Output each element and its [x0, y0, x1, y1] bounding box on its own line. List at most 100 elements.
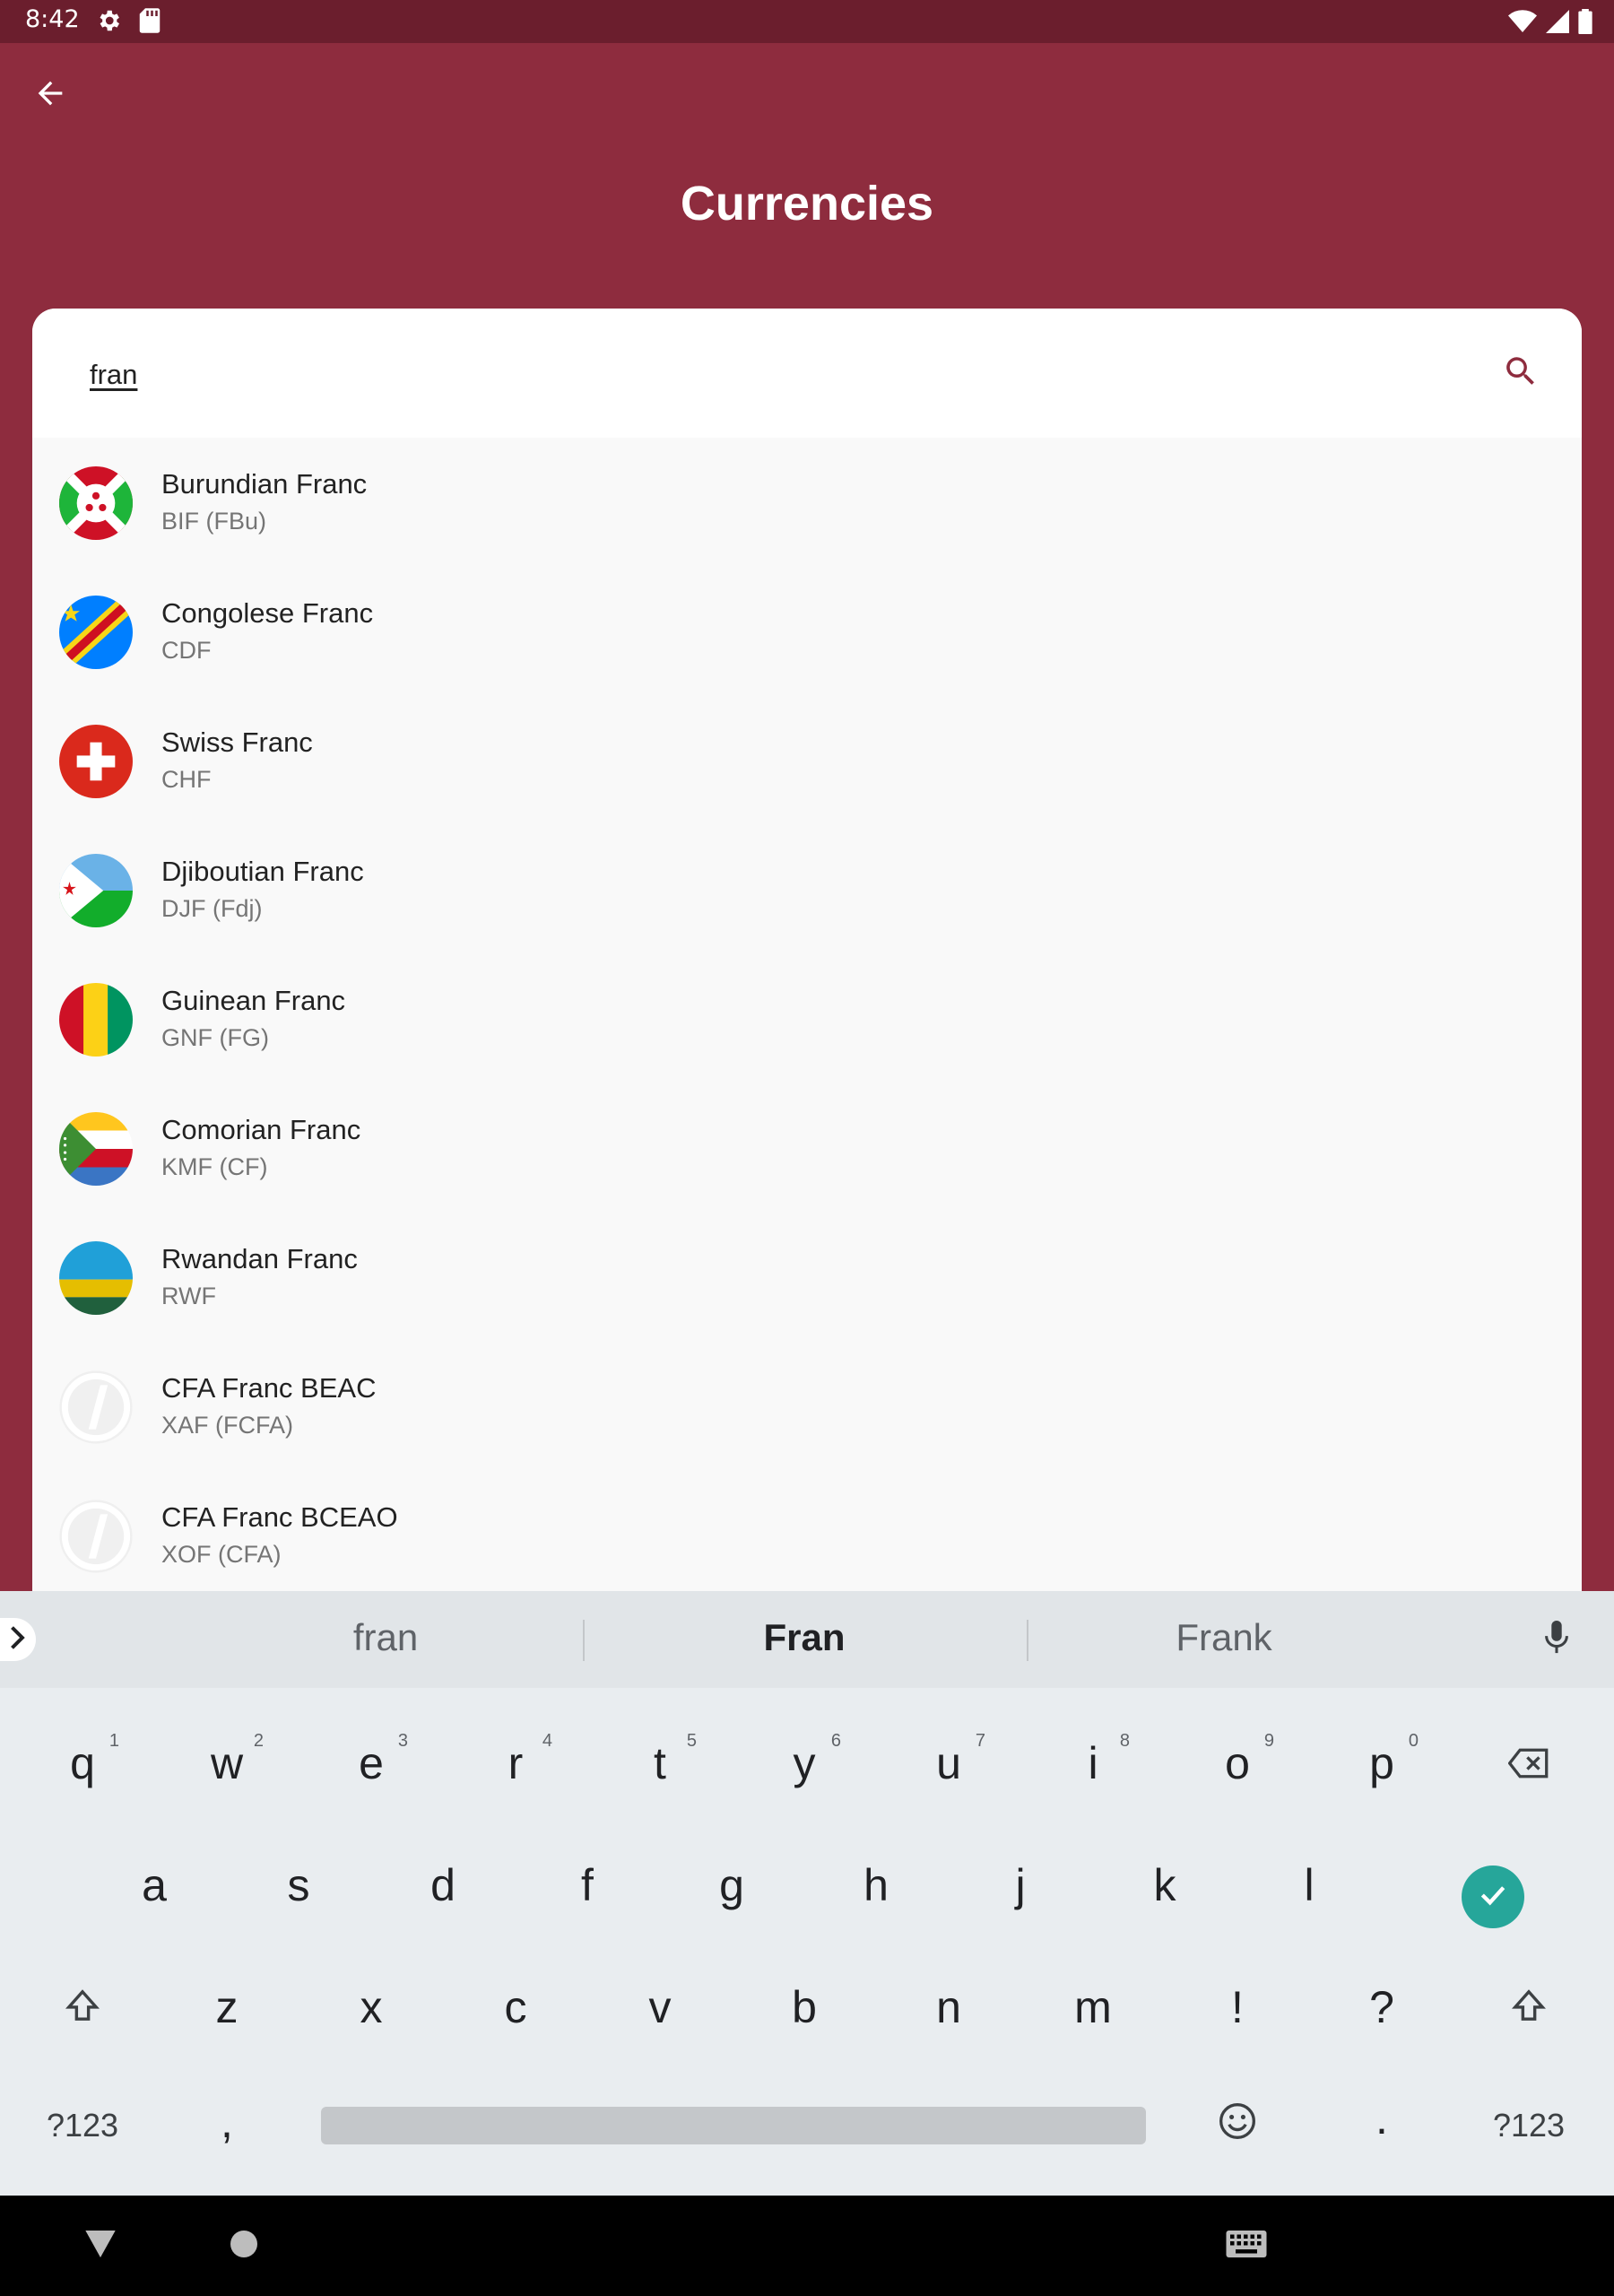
key-j[interactable]: j	[953, 1831, 1088, 1939]
search-icon	[1502, 352, 1540, 395]
list-item[interactable]: Swiss Franc CHF	[32, 696, 1582, 825]
wifi-icon	[1508, 9, 1537, 39]
comoros-flag-icon	[59, 1112, 133, 1186]
key-p[interactable]: p0	[1315, 1709, 1449, 1817]
shift-icon	[1511, 1981, 1547, 2033]
key-r[interactable]: r4	[448, 1709, 583, 1817]
suggestion-divider	[1027, 1620, 1028, 1661]
list-item[interactable]: Guinean Franc GNF (FG)	[32, 954, 1582, 1083]
key-m[interactable]: m	[1026, 1953, 1160, 2061]
key-a[interactable]: a	[87, 1831, 221, 1939]
soft-keyboard: fran Fran Frank q1 w2 e3 r4 t5 y6 u7 i8 …	[0, 1591, 1614, 2196]
congo-flag-icon	[59, 596, 133, 669]
shift-icon	[65, 1981, 100, 2033]
key-d[interactable]: d	[376, 1831, 510, 1939]
list-item[interactable]: CFA Franc BEAC XAF (FCFA)	[32, 1342, 1582, 1471]
key-q[interactable]: q1	[15, 1709, 150, 1817]
search-button[interactable]	[1492, 344, 1549, 402]
currency-code: XAF (FCFA)	[161, 1412, 293, 1439]
guinea-flag-icon	[59, 983, 133, 1057]
list-item[interactable]: Djiboutian Franc DJF (Fdj)	[32, 825, 1582, 954]
currency-list: Burundian Franc BIF (FBu) Congolese Fran…	[32, 438, 1582, 1591]
symbols-key-left[interactable]: ?123	[15, 2072, 150, 2179]
key-g[interactable]: g	[664, 1831, 799, 1939]
key-h[interactable]: h	[809, 1831, 943, 1939]
sd-card-icon	[138, 7, 161, 39]
currency-code: XOF (CFA)	[161, 1541, 282, 1568]
key-v[interactable]: v	[593, 1953, 727, 2061]
search-input[interactable]	[90, 350, 1435, 400]
list-item[interactable]: Comorian Franc KMF (CF)	[32, 1083, 1582, 1213]
key-e[interactable]: e3	[304, 1709, 438, 1817]
key-o[interactable]: o9	[1170, 1709, 1305, 1817]
currency-code: RWF	[161, 1283, 216, 1309]
space-key[interactable]	[321, 2107, 1146, 2144]
currency-name: CFA Franc BEAC	[161, 1372, 377, 1404]
key-s[interactable]: s	[231, 1831, 366, 1939]
nav-home-button[interactable]	[217, 2219, 271, 2273]
mic-button[interactable]	[1537, 1618, 1576, 1661]
list-item[interactable]: Rwandan Franc RWF	[32, 1213, 1582, 1342]
suggestion-divider	[583, 1620, 585, 1661]
nav-back-button[interactable]	[74, 2219, 127, 2273]
status-bar: 8:42	[0, 0, 1614, 43]
expand-suggestions-button[interactable]	[0, 1618, 36, 1661]
key-exclamation[interactable]: !	[1170, 1953, 1305, 2061]
currency-name: Burundian Franc	[161, 468, 368, 500]
currency-name: CFA Franc BCEAO	[161, 1501, 398, 1533]
back-triangle-icon	[85, 2230, 116, 2262]
back-button[interactable]	[25, 70, 75, 120]
shift-key-left[interactable]	[15, 1953, 150, 2061]
list-item[interactable]: Congolese Franc CDF	[32, 567, 1582, 696]
key-w[interactable]: w2	[160, 1709, 294, 1817]
key-t[interactable]: t5	[593, 1709, 727, 1817]
key-comma[interactable]: ,	[160, 2068, 294, 2176]
suggestion-bar: fran Fran Frank	[0, 1591, 1614, 1688]
navigation-bar	[0, 2196, 1614, 2296]
suggestion-3[interactable]: Frank	[1134, 1616, 1314, 1659]
shift-key-right[interactable]	[1462, 1953, 1596, 2061]
currency-name: Djiboutian Franc	[161, 856, 364, 887]
backspace-key[interactable]	[1462, 1709, 1596, 1817]
key-b[interactable]: b	[737, 1953, 872, 2061]
currency-code: GNF (FG)	[161, 1024, 269, 1051]
nav-keyboard-button[interactable]	[1210, 2219, 1282, 2273]
key-l[interactable]: l	[1242, 1831, 1376, 1939]
key-k[interactable]: k	[1098, 1831, 1232, 1939]
key-n[interactable]: n	[881, 1953, 1016, 2061]
keyboard-icon	[1226, 2230, 1267, 2262]
key-c[interactable]: c	[448, 1953, 583, 2061]
app-bar: Currencies	[0, 43, 1614, 312]
key-i[interactable]: i8	[1026, 1709, 1160, 1817]
key-f[interactable]: f	[520, 1831, 655, 1939]
currency-code: BIF (FBu)	[161, 508, 267, 535]
placeholder-flag-icon	[59, 1500, 133, 1573]
currency-code: CHF	[161, 766, 212, 793]
signal-icon	[1546, 10, 1569, 38]
key-x[interactable]: x	[304, 1953, 438, 2061]
search-row	[32, 309, 1582, 438]
currency-code: KMF (CF)	[161, 1153, 268, 1180]
key-question[interactable]: ?	[1315, 1953, 1449, 2061]
symbols-key-right[interactable]: ?123	[1462, 2072, 1596, 2179]
key-z[interactable]: z	[160, 1953, 294, 2061]
gear-icon	[95, 7, 122, 39]
microphone-icon	[1543, 1620, 1570, 1659]
list-item[interactable]: CFA Franc BCEAO XOF (CFA)	[32, 1471, 1582, 1591]
list-item[interactable]: Burundian Franc BIF (FBu)	[32, 438, 1582, 567]
suggestion-2[interactable]: Fran	[715, 1616, 894, 1659]
suggestion-1[interactable]: fran	[296, 1616, 475, 1659]
home-circle-icon	[230, 2230, 257, 2262]
swiss-flag-icon	[59, 725, 133, 798]
arrow-left-icon	[32, 75, 68, 116]
currency-name: Comorian Franc	[161, 1114, 361, 1145]
chevron-right-icon	[8, 1625, 28, 1654]
status-time: 8:42	[25, 5, 80, 33]
page-title: Currencies	[680, 177, 934, 230]
enter-key[interactable]	[1462, 1866, 1524, 1928]
key-y[interactable]: y6	[737, 1709, 872, 1817]
currency-code: CDF	[161, 637, 212, 664]
key-u[interactable]: u7	[881, 1709, 1016, 1817]
key-period[interactable]: .	[1315, 2065, 1449, 2172]
emoji-key[interactable]	[1170, 2072, 1305, 2179]
